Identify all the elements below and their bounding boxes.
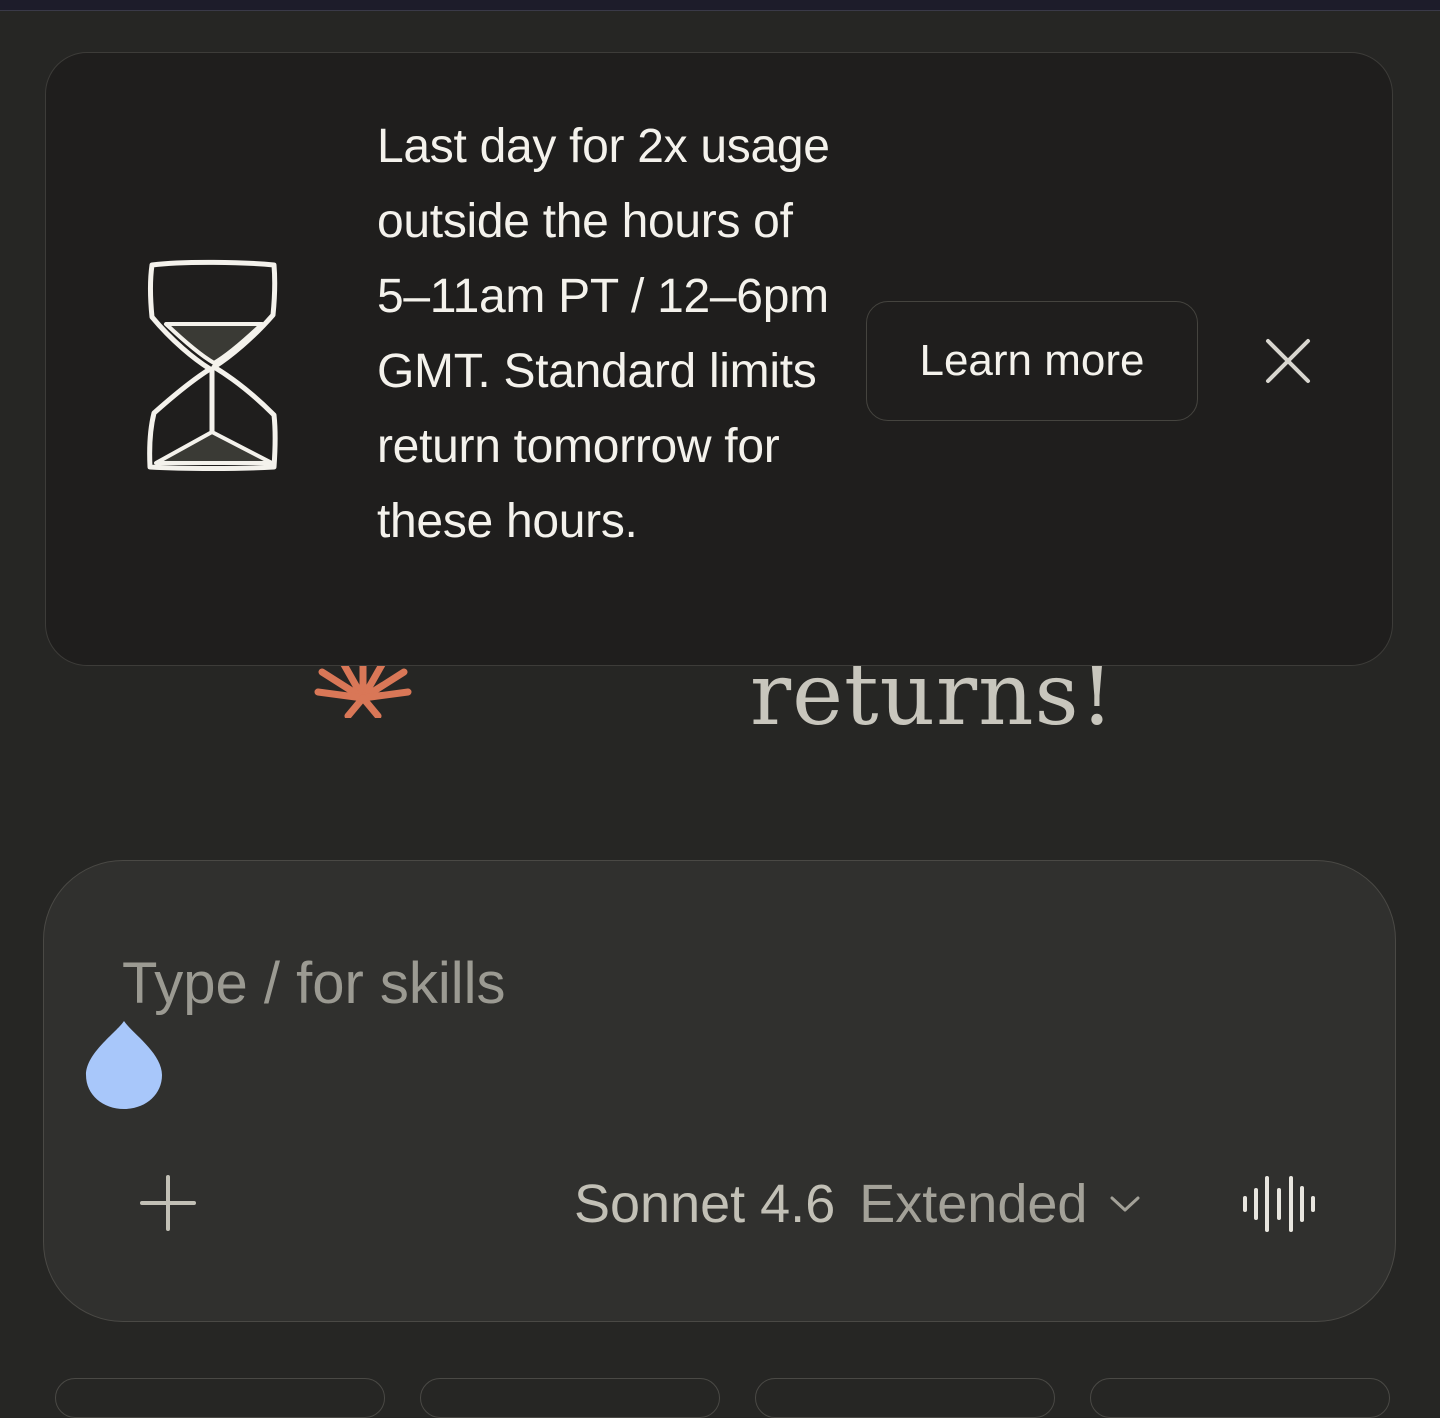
- suggestion-chip[interactable]: [1090, 1378, 1390, 1418]
- window-top-strip: [0, 0, 1440, 11]
- close-icon: [1266, 339, 1310, 383]
- chevron-down-icon: [1107, 1186, 1143, 1222]
- suggestion-chip[interactable]: [755, 1378, 1055, 1418]
- suggestion-chip[interactable]: [420, 1378, 720, 1418]
- message-input[interactable]: [122, 943, 1222, 1023]
- learn-more-button[interactable]: Learn more: [866, 301, 1198, 421]
- text-cursor-handle-icon[interactable]: [84, 1019, 164, 1111]
- model-name: Sonnet 4.6: [574, 1174, 836, 1234]
- model-mode: Extended: [859, 1174, 1088, 1234]
- plus-icon: [140, 1175, 196, 1231]
- voice-input-button[interactable]: [1236, 1171, 1322, 1237]
- add-attachment-button[interactable]: [136, 1171, 200, 1235]
- voice-waveform-icon: [1243, 1176, 1315, 1232]
- hourglass-icon: [147, 259, 278, 471]
- model-selector[interactable]: Sonnet 4.6 Extended: [574, 1169, 1143, 1239]
- close-banner-button[interactable]: [1258, 331, 1318, 391]
- message-composer: Sonnet 4.6 Extended: [43, 860, 1396, 1322]
- banner-message: Last day for 2x usage outside the hours …: [377, 120, 830, 548]
- suggestion-chip[interactable]: [55, 1378, 385, 1418]
- promo-banner: Last day for 2x usage outside the hours …: [45, 52, 1393, 666]
